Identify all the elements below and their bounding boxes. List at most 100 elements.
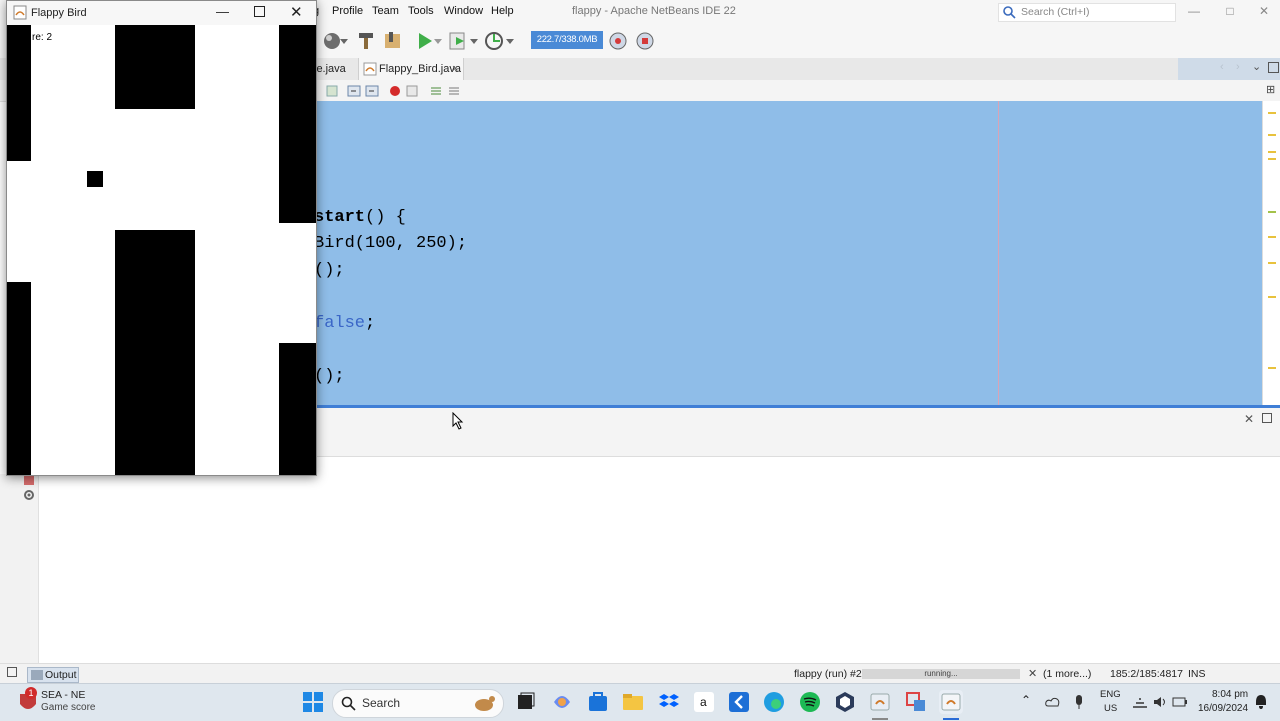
taskbar-search[interactable]: Search xyxy=(332,689,504,718)
build-hammer-icon[interactable] xyxy=(356,30,378,52)
network-icon[interactable] xyxy=(1132,695,1148,709)
stripe-mark[interactable] xyxy=(1268,367,1276,369)
output-side-toolbar xyxy=(0,474,39,664)
output-icon xyxy=(31,670,43,680)
stripe-mark[interactable] xyxy=(1268,262,1276,264)
edge-icon[interactable] xyxy=(762,690,786,714)
search-icon xyxy=(341,696,356,711)
menu-item-profile[interactable]: Profile xyxy=(332,5,363,17)
language-top[interactable]: ENG xyxy=(1100,689,1121,700)
volume-icon[interactable] xyxy=(1152,695,1168,709)
task-view-icon[interactable] xyxy=(513,690,537,714)
battery-icon[interactable] xyxy=(1172,695,1188,709)
menu-item-tools[interactable]: Tools xyxy=(408,5,434,17)
java-file-icon xyxy=(363,62,377,76)
gc-icon[interactable] xyxy=(607,30,629,52)
output-console[interactable] xyxy=(39,457,1280,662)
widget-subtitle: Game score xyxy=(41,702,96,713)
game-maximize-button[interactable] xyxy=(254,6,265,17)
split-editor-icon[interactable]: ⊞ xyxy=(1266,83,1275,96)
cloud-icon[interactable] xyxy=(1045,695,1061,709)
restore-window-icon[interactable] xyxy=(1262,413,1272,423)
chevron-down-icon[interactable] xyxy=(434,39,442,45)
stripe-mark[interactable] xyxy=(1268,112,1276,114)
shift-left-icon[interactable] xyxy=(347,84,361,98)
notification-bell-icon[interactable] xyxy=(1254,694,1268,710)
record-macro-icon[interactable] xyxy=(389,85,401,97)
mouse-cursor-icon xyxy=(452,412,464,430)
settings-icon[interactable] xyxy=(22,488,36,502)
java-app-icon[interactable] xyxy=(868,690,892,714)
comment-icon[interactable] xyxy=(429,84,443,98)
cancel-icon[interactable]: ✕ xyxy=(1028,667,1037,680)
chevron-down-icon[interactable] xyxy=(470,39,478,45)
code-line: (); xyxy=(314,364,345,390)
flappy-bird-window[interactable]: Flappy Bird — ✕ re: 2 xyxy=(6,0,317,476)
search-input[interactable]: Search (Ctrl+I) xyxy=(998,3,1176,22)
stripe-mark[interactable] xyxy=(1268,151,1276,153)
tab-other-java[interactable]: le.java × xyxy=(314,58,358,97)
game-title-bar[interactable]: Flappy Bird — ✕ xyxy=(7,1,316,25)
restore-window-icon[interactable] xyxy=(1268,62,1279,73)
shift-right-icon[interactable] xyxy=(365,84,379,98)
close-icon[interactable]: ✕ xyxy=(1244,412,1254,426)
widget-title[interactable]: SEA - NE xyxy=(41,689,85,701)
stripe-mark[interactable] xyxy=(1268,296,1276,298)
code-line: Bird(100, 250); xyxy=(314,231,467,257)
chevron-right-icon[interactable]: › xyxy=(1236,61,1240,73)
chevron-down-icon[interactable] xyxy=(506,39,514,45)
app-hexagon-icon[interactable] xyxy=(833,690,857,714)
file-explorer-icon[interactable] xyxy=(621,690,645,714)
game-close-button[interactable]: ✕ xyxy=(290,3,303,21)
profile-icon[interactable] xyxy=(483,30,505,52)
clock-date[interactable]: 16/09/2024 xyxy=(1198,703,1248,714)
windows-start-icon[interactable] xyxy=(301,690,325,714)
app-s-icon[interactable] xyxy=(727,690,751,714)
tab-row-controls: ‹ › ⌄ xyxy=(1178,58,1280,80)
amazon-icon[interactable]: a xyxy=(692,690,716,714)
debug-icon[interactable] xyxy=(448,30,470,52)
more-tasks-link[interactable]: (1 more...) xyxy=(1043,668,1091,680)
stripe-mark[interactable] xyxy=(1268,236,1276,238)
error-stripe[interactable] xyxy=(1262,101,1280,406)
tray-chevron-up-icon[interactable]: ⌃ xyxy=(1021,693,1031,707)
copilot-icon[interactable] xyxy=(550,690,574,714)
spotify-icon[interactable] xyxy=(798,690,822,714)
stripe-mark[interactable] xyxy=(1268,134,1276,136)
output-tab[interactable]: Output xyxy=(27,667,79,683)
chevron-down-icon[interactable]: ⌄ xyxy=(1252,60,1261,73)
memory-indicator[interactable]: 222.7/338.0MB xyxy=(531,31,603,49)
window-title: flappy - Apache NetBeans IDE 22 xyxy=(572,5,736,17)
stripe-mark[interactable] xyxy=(1268,211,1276,213)
snapshot-icon[interactable] xyxy=(634,30,656,52)
chevron-down-icon[interactable] xyxy=(340,39,348,45)
store-icon[interactable] xyxy=(586,690,610,714)
flappy-bird-app-icon[interactable] xyxy=(939,690,963,714)
uncomment-icon[interactable] xyxy=(447,84,461,98)
tab-close-icon[interactable]: × xyxy=(452,58,458,80)
stop-macro-icon[interactable] xyxy=(406,85,418,97)
java-app-icon xyxy=(13,5,27,20)
menu-item-window[interactable]: Window xyxy=(444,5,483,17)
menu-item-help[interactable]: Help xyxy=(491,5,514,17)
chevron-left-icon[interactable]: ‹ xyxy=(1220,61,1224,73)
code-editor[interactable]: start() { Bird(100, 250); (); false; (); xyxy=(314,101,1262,406)
close-button[interactable]: ✕ xyxy=(1256,4,1272,20)
run-status-label[interactable]: flappy (run) #2 xyxy=(794,668,862,680)
game-minimize-button[interactable]: — xyxy=(216,4,229,19)
window-icon[interactable] xyxy=(7,667,17,677)
tab-flappy-bird-java[interactable]: Flappy_Bird.java × xyxy=(358,58,464,80)
clock-time[interactable]: 8:04 pm xyxy=(1212,689,1248,700)
run-icon[interactable] xyxy=(414,30,436,52)
snipping-tool-icon[interactable] xyxy=(904,690,928,714)
stripe-mark[interactable] xyxy=(1268,158,1276,160)
dropbox-icon[interactable] xyxy=(657,690,681,714)
game-canvas[interactable]: re: 2 xyxy=(7,25,316,475)
clean-build-icon[interactable] xyxy=(383,30,405,52)
microphone-icon[interactable] xyxy=(1073,694,1085,710)
language-bottom[interactable]: US xyxy=(1104,703,1117,714)
minimize-button[interactable]: — xyxy=(1186,4,1202,20)
code-line: (); xyxy=(314,258,345,284)
maximize-button[interactable]: □ xyxy=(1222,4,1238,20)
menu-item-team[interactable]: Team xyxy=(372,5,399,17)
